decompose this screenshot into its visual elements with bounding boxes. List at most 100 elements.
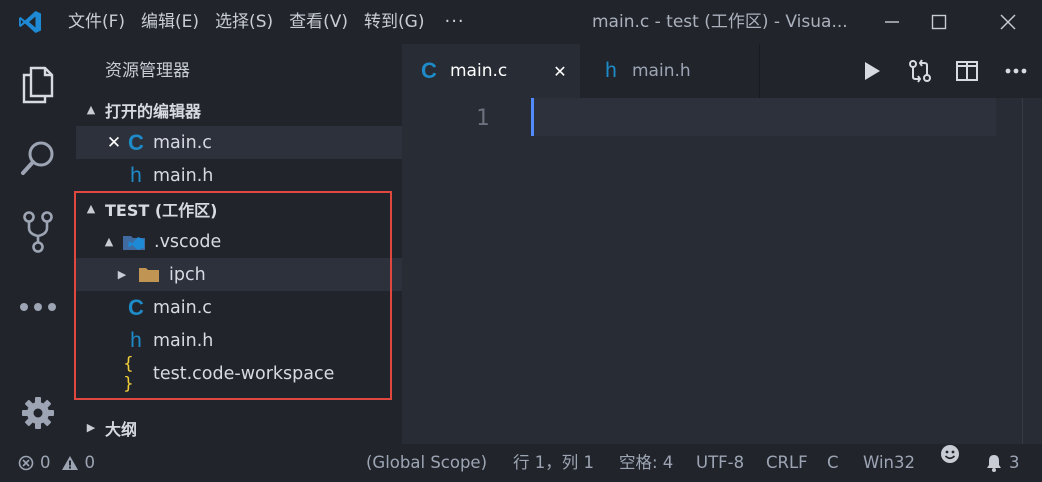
menu-file[interactable]: 文件(F) bbox=[60, 0, 133, 44]
status-bar: 0 0 (Global Scope) 行 1，列 1 空格: 4 UTF-8 C… bbox=[0, 444, 1042, 482]
encoding-indicator[interactable]: UTF-8 bbox=[696, 444, 744, 482]
tab-label: main.h bbox=[632, 61, 691, 81]
c-file-icon: C bbox=[128, 129, 144, 155]
menu-edit[interactable]: 编辑(E) bbox=[133, 0, 207, 44]
close-window-button[interactable] bbox=[986, 0, 1030, 44]
cursor-position[interactable]: 行 1，列 1 bbox=[513, 444, 594, 482]
outline-label: 大纲 bbox=[105, 419, 138, 439]
activity-bar bbox=[0, 44, 76, 444]
code-editor[interactable]: 1 bbox=[402, 98, 1042, 444]
vscode-logo-icon bbox=[0, 0, 60, 44]
gear-icon bbox=[22, 397, 54, 429]
h-file-icon: h bbox=[130, 163, 142, 187]
c-file-icon: C bbox=[128, 294, 144, 320]
maximize-button[interactable] bbox=[917, 0, 961, 44]
workspace-header[interactable]: ▲ TEST (工作区) bbox=[76, 192, 402, 225]
split-editor-button[interactable] bbox=[949, 44, 985, 98]
bell-icon bbox=[987, 455, 1001, 472]
platform-indicator[interactable]: Win32 bbox=[863, 444, 915, 482]
ellipsis-icon bbox=[20, 303, 56, 311]
source-control-icon bbox=[23, 211, 53, 253]
compare-changes-icon bbox=[909, 59, 931, 83]
play-icon bbox=[865, 62, 880, 80]
folder-name: .vscode bbox=[154, 231, 222, 252]
settings-activity-button[interactable] bbox=[0, 380, 76, 446]
tree-item-ipch-folder[interactable]: ▶ ipch bbox=[76, 258, 402, 291]
explorer-sidebar: 资源管理器 ▲ 打开的编辑器 ✕ C main.c h main.h ▲ TES… bbox=[76, 44, 402, 444]
editor-tab-bar: C main.c ✕ h main.h bbox=[402, 44, 1042, 98]
window-title: main.c - test (工作区) - Visua... bbox=[592, 12, 848, 32]
tree-item-workspace-file[interactable]: { } test.code-workspace bbox=[76, 354, 402, 394]
tree-item-main-h[interactable]: h main.h bbox=[76, 324, 402, 357]
file-name: main.h bbox=[153, 330, 214, 351]
vscode-folder-icon bbox=[122, 233, 146, 251]
folder-icon bbox=[138, 266, 160, 283]
open-editor-item-main-c[interactable]: ✕ C main.c bbox=[76, 126, 402, 159]
c-file-icon: C bbox=[421, 58, 437, 83]
menu-bar: 文件(F) 编辑(E) 选择(S) 查看(V) 转到(G) ··· bbox=[60, 0, 477, 44]
more-activity-button[interactable] bbox=[0, 274, 76, 340]
more-actions-button[interactable] bbox=[998, 44, 1034, 98]
warning-count: 0 bbox=[84, 453, 96, 472]
ellipsis-icon bbox=[1005, 68, 1027, 74]
tree-item-main-c[interactable]: C main.c bbox=[76, 291, 402, 324]
caret-down-icon: ▲ bbox=[104, 235, 114, 248]
source-control-activity-button[interactable] bbox=[0, 199, 76, 265]
file-name: main.h bbox=[153, 165, 214, 186]
warning-icon bbox=[61, 456, 78, 470]
tree-item-vscode-folder[interactable]: ▲ .vscode bbox=[76, 225, 402, 258]
problems-indicator[interactable]: 0 0 bbox=[18, 444, 95, 482]
text-cursor bbox=[531, 98, 534, 136]
title-bar: 文件(F) 编辑(E) 选择(S) 查看(V) 转到(G) ··· main.c… bbox=[0, 0, 1042, 44]
menu-more-button[interactable]: ··· bbox=[432, 0, 476, 44]
vertical-ruler bbox=[1022, 98, 1023, 444]
open-editors-label: 打开的编辑器 bbox=[105, 101, 202, 121]
minimize-button[interactable] bbox=[870, 0, 914, 44]
tab-close-icon[interactable]: ✕ bbox=[553, 62, 566, 81]
feedback-button[interactable] bbox=[940, 444, 960, 464]
menu-go[interactable]: 转到(G) bbox=[356, 0, 432, 44]
caret-down-icon: ▲ bbox=[86, 103, 96, 116]
file-name: main.c bbox=[153, 132, 212, 153]
close-editor-icon[interactable]: ✕ bbox=[105, 133, 123, 153]
split-editor-icon bbox=[956, 61, 978, 81]
notification-count: 3 bbox=[1009, 453, 1020, 472]
file-name: test.code-workspace bbox=[153, 363, 335, 384]
tab-main-c[interactable]: C main.c ✕ bbox=[402, 44, 580, 98]
sidebar-title: 资源管理器 bbox=[105, 61, 190, 81]
open-editor-item-main-h[interactable]: h main.h bbox=[76, 159, 402, 192]
braces-file-icon: { } bbox=[123, 353, 134, 394]
error-count: 0 bbox=[40, 453, 51, 472]
folder-name: ipch bbox=[169, 264, 206, 285]
indentation-indicator[interactable]: 空格: 4 bbox=[619, 444, 673, 482]
open-editors-header[interactable]: ▲ 打开的编辑器 bbox=[76, 93, 402, 126]
run-button[interactable] bbox=[854, 44, 890, 98]
line-number: 1 bbox=[476, 106, 490, 131]
search-icon bbox=[21, 141, 54, 175]
workspace-label: TEST (工作区) bbox=[105, 200, 218, 220]
outline-header[interactable]: ▶ 大纲 bbox=[76, 411, 402, 444]
scope-indicator[interactable]: (Global Scope) bbox=[366, 444, 487, 482]
explorer-activity-button[interactable] bbox=[0, 52, 76, 118]
caret-down-icon: ▲ bbox=[86, 202, 96, 215]
compare-button[interactable] bbox=[902, 44, 938, 98]
close-icon bbox=[1000, 14, 1016, 30]
language-mode[interactable]: C bbox=[827, 444, 839, 482]
menu-selection[interactable]: 选择(S) bbox=[207, 0, 281, 44]
maximize-icon bbox=[931, 14, 947, 30]
search-activity-button[interactable] bbox=[0, 126, 76, 192]
tab-main-h[interactable]: h main.h bbox=[580, 44, 760, 98]
file-name: main.c bbox=[153, 297, 212, 318]
error-icon bbox=[18, 455, 34, 471]
caret-right-icon: ▶ bbox=[86, 421, 96, 434]
smiley-icon bbox=[941, 445, 959, 463]
h-file-icon: h bbox=[605, 59, 617, 82]
files-icon bbox=[22, 66, 54, 104]
caret-right-icon: ▶ bbox=[117, 268, 127, 281]
notifications-button[interactable]: 3 bbox=[985, 444, 1020, 482]
current-line-highlight bbox=[532, 98, 996, 136]
tab-label: main.c bbox=[450, 61, 508, 81]
minimize-icon bbox=[885, 21, 899, 23]
menu-view[interactable]: 查看(V) bbox=[281, 0, 356, 44]
eol-indicator[interactable]: CRLF bbox=[766, 444, 808, 482]
